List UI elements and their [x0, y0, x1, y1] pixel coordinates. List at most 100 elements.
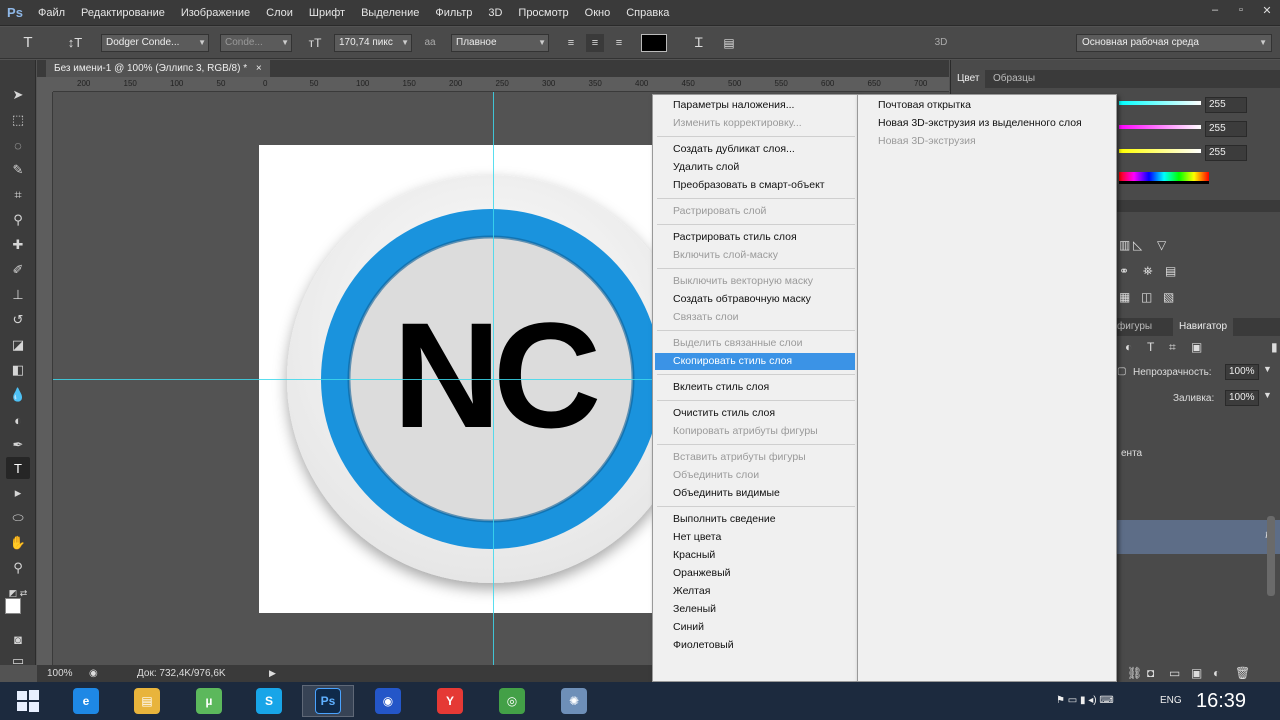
opacity-dropdown-icon[interactable]: ▼	[1263, 364, 1272, 374]
context-menu-item[interactable]: Выполнить сведение	[655, 511, 855, 528]
taskbar-app-photoshop[interactable]: Ps	[302, 685, 354, 717]
context-menu-item[interactable]: Удалить слой	[655, 159, 855, 176]
new-fill-layer-icon[interactable]: ◐	[1213, 666, 1220, 680]
menu-item-5[interactable]: Выделение	[353, 0, 427, 26]
new-layer-icon[interactable]: ▣	[1191, 666, 1202, 680]
zoom-tool-icon[interactable]: ⚲	[6, 557, 30, 579]
warp-text-icon[interactable]: Ꮖ	[690, 34, 708, 52]
threshold-icon[interactable]: ◫	[1141, 290, 1152, 304]
menu-item-2[interactable]: Изображение	[173, 0, 258, 26]
close-tab-icon[interactable]: ×	[256, 63, 262, 74]
workspace-select[interactable]: Основная рабочая среда ▼	[1076, 34, 1272, 52]
font-size-select[interactable]: 170,74 пикс ▼	[334, 34, 412, 52]
channel-mixer-icon[interactable]: ⚭	[1119, 264, 1129, 278]
menu-item-0[interactable]: Файл	[30, 0, 73, 26]
tab-swatches[interactable]: Образцы	[987, 70, 1041, 88]
align-right-icon[interactable]: ≡	[610, 34, 628, 52]
context-submenu-item[interactable]: Почтовая открытка	[860, 97, 1115, 114]
lasso-tool-icon[interactable]: ◌	[6, 134, 30, 156]
context-menu-item[interactable]: Параметры наложения...	[655, 97, 855, 114]
taskbar-app-file-explorer[interactable]: ▤	[121, 685, 173, 717]
layers-scrollbar[interactable]	[1267, 516, 1275, 596]
filter-toggle-icon[interactable]: ▮	[1271, 340, 1278, 354]
menu-item-6[interactable]: Фильтр	[427, 0, 480, 26]
marquee-tool-icon[interactable]: ⬚	[6, 109, 30, 131]
red-slider[interactable]	[1119, 101, 1201, 105]
minimize-button[interactable]: –	[1202, 0, 1228, 20]
red-value[interactable]: 255	[1205, 97, 1247, 113]
context-menu-item[interactable]: Оранжевый	[655, 565, 855, 582]
horizontal-ruler[interactable]: 200 150 100 50 0 50 100 150 200 250 300 350 400 450 50…	[53, 77, 949, 92]
quick-mask-icon[interactable]: ◙	[6, 628, 30, 650]
fill-input[interactable]: 100%	[1225, 390, 1259, 406]
color-lookup-icon[interactable]: ⛯	[1143, 264, 1153, 279]
taskbar-app-yandex-browser[interactable]: Y	[424, 685, 476, 717]
ellipse-tool-icon[interactable]: ⬭	[6, 507, 30, 529]
taskbar-app-utorrent[interactable]: µ	[183, 685, 235, 717]
font-family-select[interactable]: Dodger Conde... ▼	[101, 34, 209, 52]
crop-tool-icon[interactable]: ⌗	[6, 184, 30, 206]
type-tool-preset-icon[interactable]: T	[18, 34, 38, 52]
close-button[interactable]: ✕	[1254, 0, 1280, 20]
menu-item-10[interactable]: Справка	[618, 0, 677, 26]
new-group-icon[interactable]: ▭	[1169, 666, 1180, 680]
status-arrow-icon[interactable]: ▶	[269, 665, 276, 682]
character-panel-icon[interactable]: ▤	[720, 34, 738, 52]
context-menu-item[interactable]: Очистить стиль слоя	[655, 405, 855, 422]
context-menu-item[interactable]: Фиолетовый	[655, 637, 855, 654]
context-menu-item[interactable]: Красный	[655, 547, 855, 564]
add-mask-icon[interactable]: ◘	[1147, 666, 1154, 680]
context-menu-item[interactable]: Вклеить стиль слоя	[655, 379, 855, 396]
align-center-icon[interactable]: ≡	[586, 34, 604, 52]
trash-icon[interactable]: 🗑	[1235, 666, 1250, 680]
curves-icon[interactable]: ◺	[1133, 238, 1142, 252]
menu-item-9[interactable]: Окно	[577, 0, 619, 26]
align-left-icon[interactable]: ≡	[562, 34, 580, 52]
taskbar-app-globe-app[interactable]: ◉	[362, 685, 414, 717]
fill-dropdown-icon[interactable]: ▼	[1263, 390, 1272, 400]
tab-navigator[interactable]: Навигатор	[1173, 318, 1234, 336]
language-indicator[interactable]: ENG	[1160, 682, 1182, 720]
opacity-input[interactable]: 100%	[1225, 364, 1259, 380]
menu-item-1[interactable]: Редактирование	[73, 0, 173, 26]
path-select-tool-icon[interactable]: ▸	[6, 482, 30, 504]
taskbar-app-skype[interactable]: S	[243, 685, 295, 717]
quick-select-tool-icon[interactable]: ✎	[6, 159, 30, 181]
document-tab[interactable]: Без имени-1 @ 100% (Эллипс 3, RGB/8) * ×	[46, 60, 270, 77]
context-menu-item[interactable]: Объединить видимые	[655, 485, 855, 502]
pen-tool-icon[interactable]: ✒	[6, 434, 30, 456]
taskbar-app-internet-explorer[interactable]: e	[60, 685, 112, 717]
posterize-icon[interactable]: ▦	[1119, 290, 1130, 304]
history-brush-tool-icon[interactable]: ↺	[6, 309, 30, 331]
menu-item-8[interactable]: Просмотр	[510, 0, 576, 26]
text-orientation-icon[interactable]: ↕T	[64, 34, 86, 52]
tab-color[interactable]: Цвет	[951, 70, 986, 88]
levels-icon[interactable]: ▥	[1119, 238, 1130, 252]
layer-filter-icon[interactable]: ◐	[1125, 340, 1132, 354]
shape-filter-icon[interactable]: ⌗	[1169, 340, 1176, 355]
layer-name-fragment[interactable]: ента	[1121, 448, 1142, 459]
brush-tool-icon[interactable]: ✐	[6, 259, 30, 281]
hand-tool-icon[interactable]: ✋	[6, 532, 30, 554]
type-tool-icon[interactable]: T	[6, 457, 30, 479]
font-style-select[interactable]: Conde... ▼	[220, 34, 292, 52]
menu-item-4[interactable]: Шрифт	[301, 0, 353, 26]
tray-icons[interactable]: ⚑ ▭ ▮ ◂) ⌨	[1056, 682, 1114, 720]
move-tool-icon[interactable]: ➤	[6, 84, 30, 106]
lock-checkbox-icon[interactable]: ▢	[1117, 366, 1126, 377]
start-button[interactable]	[2, 685, 54, 717]
context-menu-item[interactable]: Преобразовать в смарт-объект	[655, 177, 855, 194]
taskbar-app-chrome[interactable]: ◎	[486, 685, 538, 717]
gradient-map-icon[interactable]: ▽	[1157, 238, 1166, 252]
context-menu-item[interactable]: Растрировать стиль слоя	[655, 229, 855, 246]
context-submenu-item[interactable]: Новая 3D-экструзия из выделенного слоя	[860, 115, 1115, 132]
blur-tool-icon[interactable]: 💧	[6, 384, 30, 406]
healing-brush-tool-icon[interactable]: ✚	[6, 234, 30, 256]
context-menu-item[interactable]: Зеленый	[655, 601, 855, 618]
link-layers-icon[interactable]: ⛓	[1127, 666, 1142, 680]
type-filter-icon[interactable]: T	[1147, 340, 1154, 354]
zoom-level[interactable]: 100%	[47, 665, 73, 682]
eraser-tool-icon[interactable]: ◪	[6, 334, 30, 356]
clone-stamp-tool-icon[interactable]: ⊥	[6, 284, 30, 306]
blue-slider[interactable]	[1119, 149, 1201, 153]
